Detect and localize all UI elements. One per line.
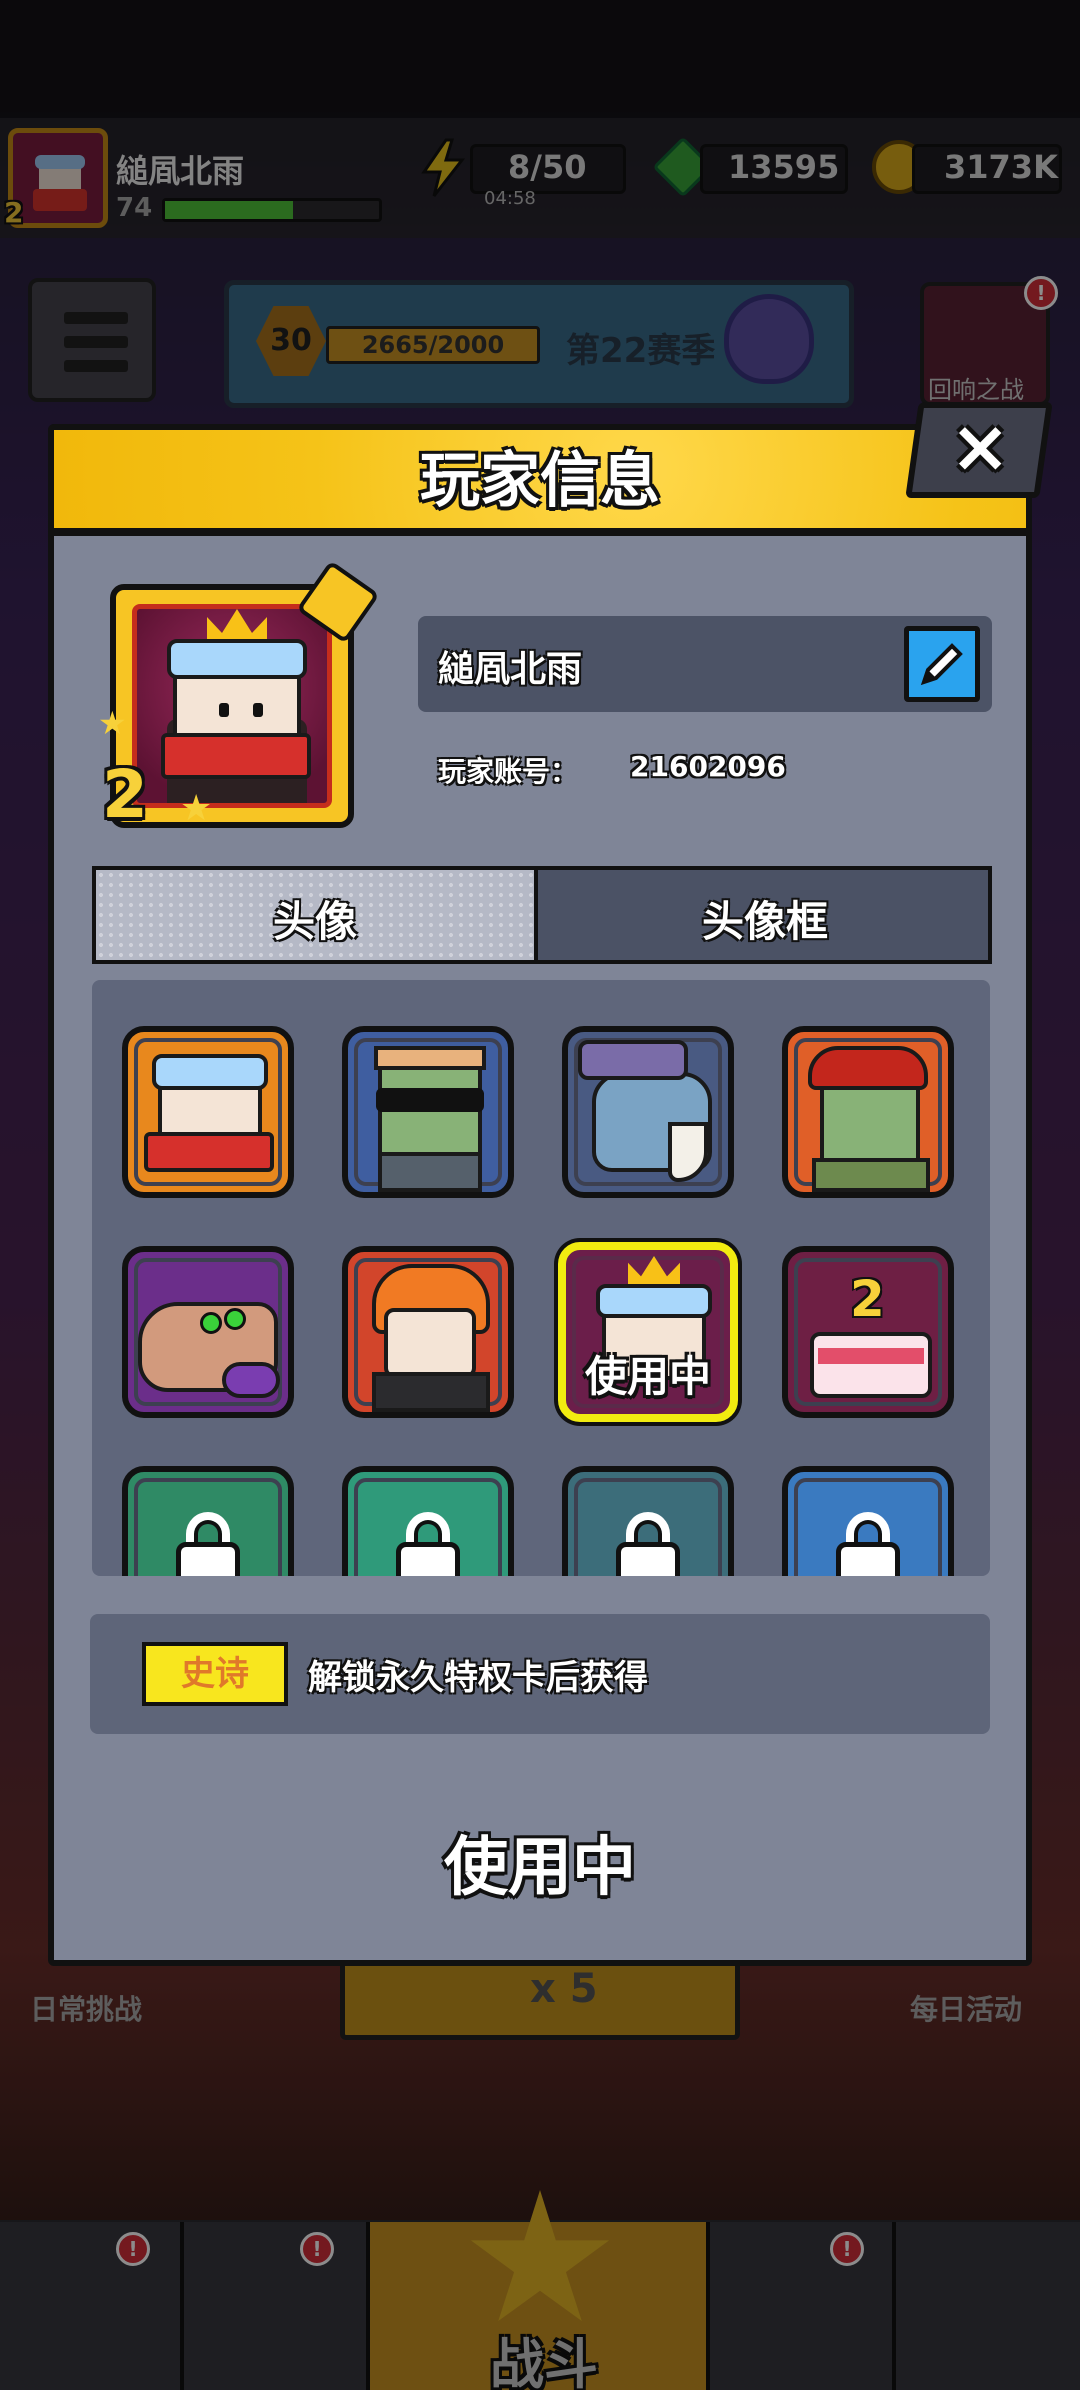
tab-avatar-label: 头像 — [272, 897, 357, 946]
avatar-option-soldier-zombie[interactable] — [782, 1026, 954, 1198]
tab-avatar-frame-label: 头像框 — [701, 897, 828, 946]
lock-icon — [836, 1542, 900, 1576]
player-name: 縋凮北雨 — [438, 649, 583, 690]
player-id-label: 玩家账号： — [438, 755, 579, 788]
star-icon: ★ — [98, 704, 127, 742]
use-status-label: 使用中 — [444, 1831, 636, 1905]
avatar-option-locked[interactable] — [342, 1466, 514, 1576]
lock-icon — [396, 1542, 460, 1576]
avatar-option-plant-beast[interactable] — [122, 1246, 294, 1418]
lock-icon — [176, 1542, 240, 1576]
avatar-grid: 使用中 2 — [92, 980, 990, 1576]
lock-icon — [616, 1542, 680, 1576]
avatar-option-hero-crown[interactable]: 使用中 — [558, 1242, 738, 1422]
avatar-option-locked[interactable] — [562, 1466, 734, 1576]
cake-number-2: 2 — [850, 1270, 885, 1328]
star-icon: ★ — [180, 788, 213, 829]
avatar-option-redhead[interactable] — [342, 1246, 514, 1418]
avatar-level: 2 — [102, 756, 148, 833]
avatar-option-rhino[interactable] — [562, 1026, 734, 1198]
in-use-label: 使用中 — [584, 1352, 711, 1401]
unlock-description: 解锁永久特权卡后获得 — [308, 1658, 648, 1698]
avatar-option-locked[interactable] — [122, 1466, 294, 1576]
close-icon[interactable]: × — [950, 404, 1010, 488]
avatar-portrait — [132, 604, 332, 808]
pencil-icon[interactable] — [914, 636, 970, 692]
avatar-option-hero[interactable] — [122, 1026, 294, 1198]
rarity-badge: 史诗 — [142, 1642, 288, 1706]
avatar-option-agent-zombie[interactable] — [342, 1026, 514, 1198]
avatar-option-locked[interactable] — [782, 1466, 954, 1576]
avatar-option-anniversary-cake[interactable]: 2 — [782, 1246, 954, 1418]
player-id: 21602096 — [630, 750, 786, 783]
